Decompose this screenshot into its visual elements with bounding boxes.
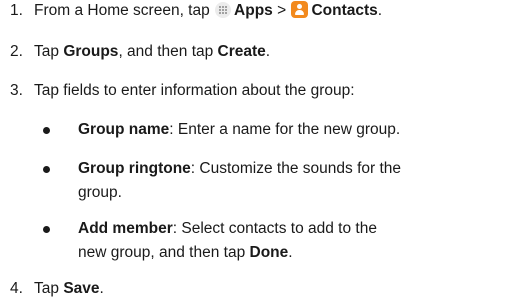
bullet-desc: : Customize the sounds for the	[190, 160, 402, 177]
bullet-dot	[43, 226, 50, 233]
step-text: Tap fields to enter information about th…	[34, 82, 355, 99]
step-number: 1.	[10, 2, 23, 19]
step-2-text-mid: , and then tap	[118, 43, 218, 60]
bullet-term: Group name	[78, 121, 170, 138]
step-text: Tap Groups, and then tap Create.	[34, 41, 270, 63]
step-4-text: Tap	[34, 280, 64, 297]
apps-icon	[215, 2, 232, 18]
contacts-label: Contacts	[311, 2, 378, 19]
bullet-desc-cont: new group, and then tap	[78, 244, 250, 261]
separator: >	[272, 2, 291, 19]
bullet-text: Add member: Select contacts to add to th…	[78, 218, 377, 240]
bullet-term: Add member	[78, 220, 173, 237]
step-2-text: Tap	[34, 43, 64, 60]
step-1-text: From a Home screen, tap	[34, 2, 215, 19]
bullet-text: Group ringtone: Customize the sounds for…	[78, 158, 401, 180]
bullet-desc: : Enter a name for the new group.	[169, 121, 401, 138]
bullet-text-line2: group.	[78, 184, 122, 201]
bullet-dot	[43, 127, 50, 134]
step-number: 3.	[10, 82, 23, 99]
bullet-desc: : Select contacts to add to the	[172, 220, 377, 237]
contacts-icon	[291, 1, 309, 18]
bullet-text: Group name: Enter a name for the new gro…	[78, 119, 400, 141]
bullet-term: Group ringtone	[78, 160, 191, 177]
bullet-dot	[43, 166, 50, 173]
step-text: Tap Save.	[34, 278, 104, 300]
step-number: 2.	[10, 43, 23, 60]
period: .	[99, 280, 104, 297]
create-label: Create	[217, 43, 266, 60]
groups-label: Groups	[63, 43, 119, 60]
done-label: Done	[249, 244, 289, 261]
bullet-text-line2: new group, and then tap Done.	[78, 242, 293, 264]
instructions-document: 1. From a Home screen, tap Apps > Contac…	[0, 0, 513, 297]
period: .	[377, 2, 383, 19]
period: .	[265, 43, 271, 60]
apps-label: Apps	[234, 2, 273, 19]
period: .	[288, 244, 293, 261]
step-number: 4.	[10, 280, 23, 297]
save-label: Save	[63, 280, 100, 297]
step-text: From a Home screen, tap Apps > Contacts.	[34, 0, 382, 22]
